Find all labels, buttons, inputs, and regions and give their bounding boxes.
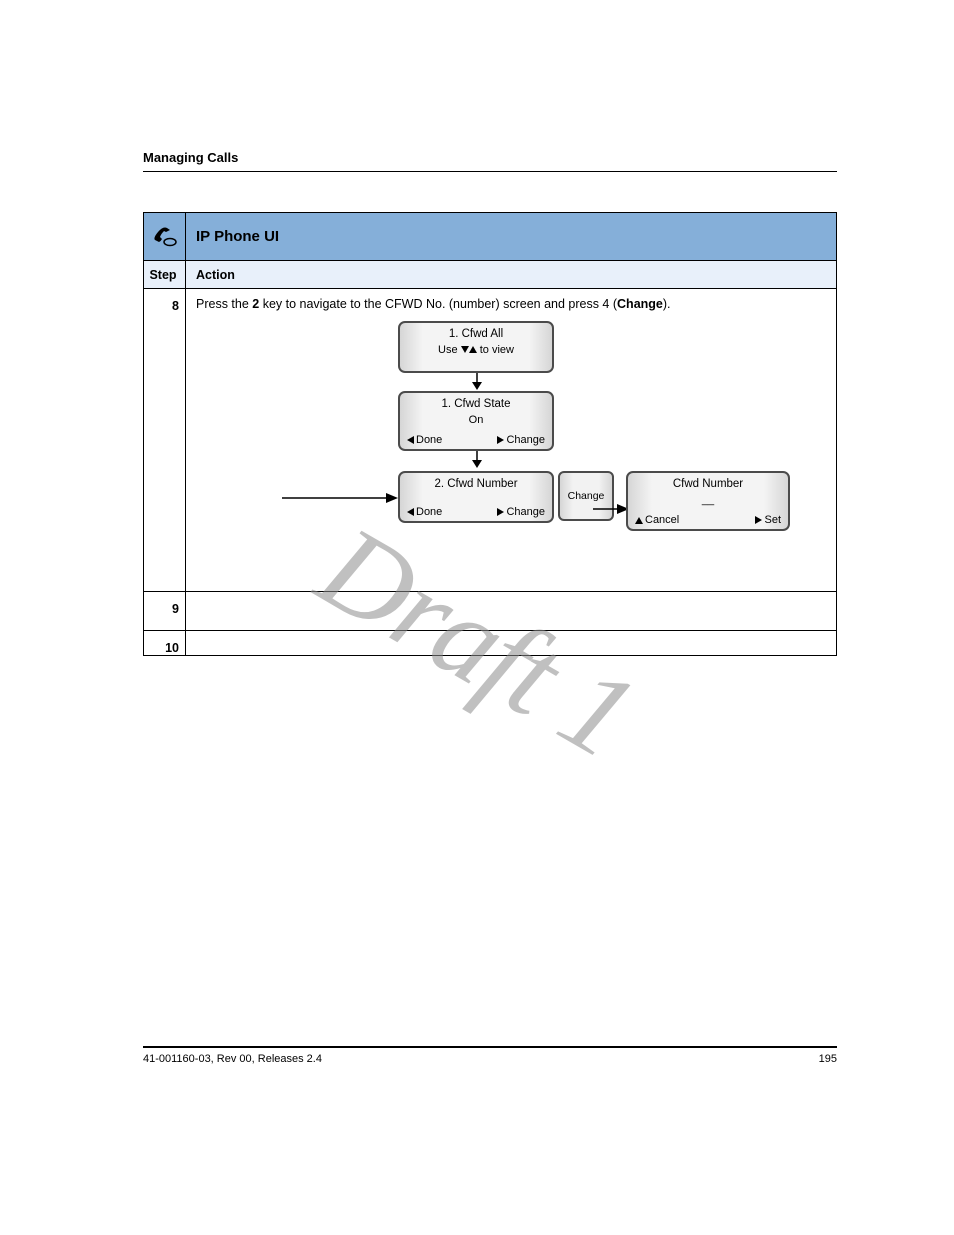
table-row: 10	[144, 631, 836, 655]
footer-right: 195	[819, 1053, 837, 1065]
triangle-left-icon	[407, 508, 414, 516]
screen-cfwd-number: 2. Cfwd Number Done Change	[398, 471, 554, 523]
step-body	[186, 631, 836, 653]
screen-softkeys: Done Change	[405, 507, 547, 519]
arrow-right-icon	[282, 493, 400, 503]
text: Change	[617, 297, 663, 311]
column-step: Step	[144, 261, 186, 288]
steps-table: IP Phone UI Step Action 7 In the example…	[143, 212, 837, 656]
screen-cfwd-all: 1. Cfwd All Use to view	[398, 321, 554, 373]
table-header: IP Phone UI	[144, 213, 836, 261]
triangle-left-icon	[407, 436, 414, 444]
table-row: 8 Press the 2 key to navigate to the CFW…	[144, 289, 836, 592]
header-title: IP Phone UI	[186, 213, 836, 260]
screen-title: 2. Cfwd Number	[405, 477, 547, 493]
arrow-down-icon	[475, 451, 479, 469]
section-title: Managing Calls	[143, 150, 837, 165]
screen-cfwd-entry: Cfwd Number __ Cancel Set	[626, 471, 790, 531]
step-body: Press the 2 key to navigate to the CFWD …	[186, 289, 836, 591]
screen-sub: Use to view	[405, 343, 547, 358]
triangle-right-icon	[755, 516, 762, 524]
screen-sub: On	[405, 413, 547, 428]
softkey-change: Change	[506, 507, 545, 518]
triangle-right-icon	[497, 508, 504, 516]
step-num: 9	[144, 592, 186, 630]
softkey-cancel: Cancel	[645, 515, 679, 526]
column-action: Action	[186, 261, 836, 288]
step-num: 8	[144, 289, 186, 591]
divider	[143, 171, 837, 172]
softkey-set: Set	[764, 515, 781, 526]
table-row: 9	[144, 592, 836, 631]
text: ).	[663, 297, 671, 311]
screen-cfwd-state: 1. Cfwd State On Done Change	[398, 391, 554, 451]
step-body	[186, 592, 836, 630]
diagram: 1. Cfwd All Use to view 1. Cfwd State On…	[196, 321, 826, 581]
screen-softkeys: Cancel Set	[633, 515, 783, 527]
text: Press the	[196, 297, 252, 311]
screen-title: 1. Cfwd All	[405, 327, 547, 343]
text: key to navigate to the CFWD No. (number)…	[259, 297, 617, 311]
screen-softkeys: Done Change	[405, 435, 547, 447]
triangle-right-icon	[497, 436, 504, 444]
footer-divider	[143, 1046, 837, 1048]
arrow-down-icon	[475, 373, 479, 391]
softkey-change: Change	[506, 435, 545, 446]
step-num: 10	[144, 631, 186, 655]
screen-title: 1. Cfwd State	[405, 397, 547, 413]
table-subhead: Step Action	[144, 261, 836, 289]
triangle-down-icon	[461, 346, 469, 353]
screen-title: Cfwd Number	[633, 477, 783, 493]
triangle-up-icon	[469, 346, 477, 353]
softkey-done: Done	[416, 435, 442, 446]
footer-left: 41-001160-03, Rev 00, Releases 2.4	[143, 1053, 322, 1065]
phone-icon	[144, 213, 186, 260]
triangle-up-icon	[635, 517, 643, 524]
screen-sub: __	[633, 493, 783, 508]
softkey-done: Done	[416, 507, 442, 518]
footer: 41-001160-03, Rev 00, Releases 2.4 195	[143, 1046, 837, 1065]
